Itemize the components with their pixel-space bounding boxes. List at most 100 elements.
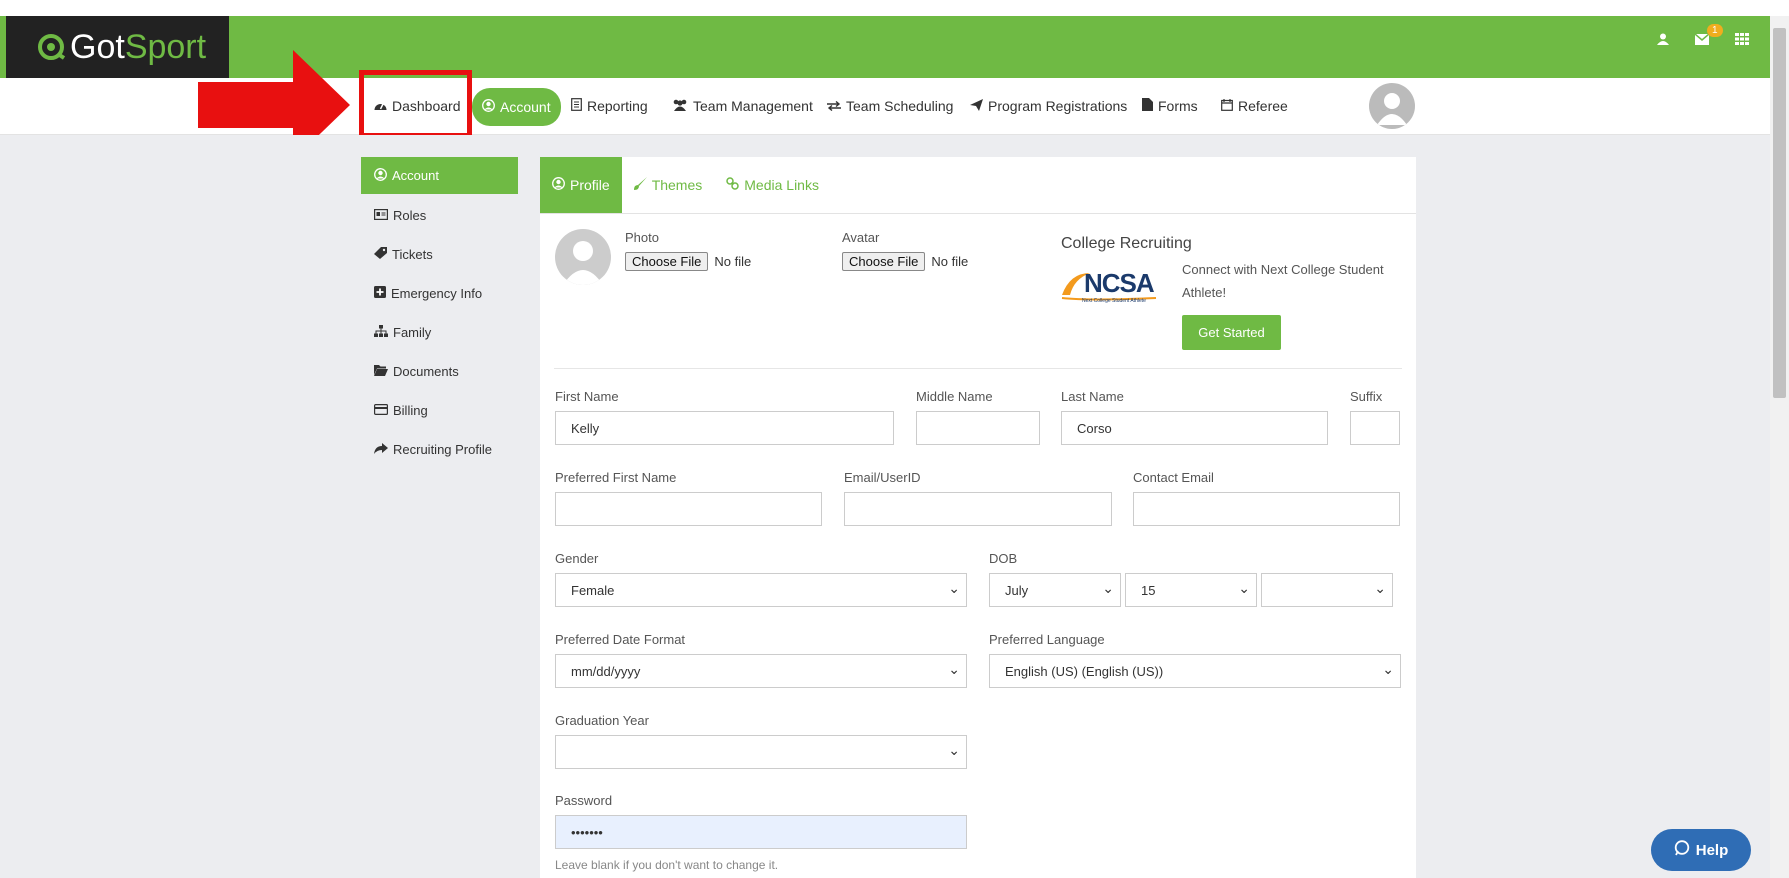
sidebar-item-tickets[interactable]: Tickets (361, 235, 518, 274)
sidebar-item-label: Billing (393, 403, 428, 418)
mail-icon[interactable]: 1 (1694, 24, 1723, 48)
photo-choose-file-button[interactable]: Choose File (625, 252, 709, 271)
nav-account[interactable]: Account (472, 88, 561, 126)
help-label: Help (1695, 841, 1729, 859)
chat-bubble-icon (1674, 840, 1690, 860)
mail-badge: 1 (1707, 24, 1723, 37)
nav-label: Program Registrations (988, 98, 1128, 114)
password-hint: Leave blank if you don't want to change … (555, 858, 779, 872)
user-circle-icon (374, 167, 387, 184)
photo-file-input[interactable]: Choose File No file (625, 252, 751, 271)
first-name-label: First Name (555, 389, 619, 404)
suffix-input[interactable] (1350, 411, 1400, 445)
user-icon[interactable] (1657, 32, 1669, 48)
preferred-first-name-input[interactable] (555, 492, 822, 526)
grid-icon[interactable] (1735, 32, 1749, 48)
sidebar-item-label: Account (392, 168, 439, 183)
header-icons: 1 (1657, 24, 1749, 48)
connect-text-line1: Connect with Next College Student (1182, 262, 1384, 277)
nav-label: Forms (1158, 98, 1198, 114)
tab-themes[interactable]: Themes (622, 157, 715, 213)
last-name-label: Last Name (1061, 389, 1124, 404)
last-name-input[interactable]: Corso (1061, 411, 1328, 445)
sitemap-icon (374, 325, 388, 340)
logo-mark-icon (38, 34, 66, 60)
get-started-button[interactable]: Get Started (1182, 315, 1281, 350)
avatar-file-input[interactable]: Choose File No file (842, 252, 968, 271)
suffix-label: Suffix (1350, 389, 1383, 404)
graduation-year-select[interactable] (555, 735, 967, 769)
dob-month-value: July (1005, 582, 1029, 598)
dob-month-select[interactable]: July (989, 573, 1121, 607)
nav-team-management[interactable]: Team Management (672, 78, 813, 134)
graduation-year-label: Graduation Year (555, 713, 649, 728)
preferred-language-label: Preferred Language (989, 632, 1105, 647)
date-format-label: Preferred Date Format (555, 632, 686, 647)
tab-profile[interactable]: Profile (540, 157, 622, 213)
id-card-icon (374, 208, 389, 223)
nav-label: Account (500, 99, 551, 115)
profile-photo-placeholder (555, 229, 611, 285)
sidebar-item-recruiting-profile[interactable]: Recruiting Profile (361, 430, 518, 469)
preferred-language-select[interactable]: English (US) (English (US)) (989, 654, 1401, 688)
sidebar-item-label: Recruiting Profile (393, 442, 492, 457)
preferred-first-name-label: Preferred First Name (555, 470, 677, 485)
scrollbar-thumb[interactable] (1773, 28, 1786, 398)
nav-reporting[interactable]: Reporting (571, 78, 648, 134)
nav-team-scheduling[interactable]: Team Scheduling (827, 78, 953, 134)
link-icon (726, 177, 740, 193)
tab-media-links[interactable]: Media Links (714, 157, 831, 213)
contact-email-input[interactable] (1133, 492, 1400, 526)
logo-text: GotSport (70, 27, 207, 66)
sidebar-item-emergency-info[interactable]: Emergency Info (361, 274, 518, 313)
nav-program-registrations[interactable]: Program Registrations (970, 78, 1127, 134)
credit-card-icon (374, 403, 389, 418)
date-format-select[interactable]: mm/dd/yyyy (555, 654, 967, 688)
dob-day-value: 15 (1141, 582, 1156, 598)
sidebar-item-family[interactable]: Family (361, 313, 518, 352)
gender-select[interactable]: Female (555, 573, 967, 607)
nav-label: Team Management (693, 98, 813, 114)
password-input[interactable]: ••••••• (555, 815, 967, 849)
email-userid-label: Email/UserID (844, 470, 921, 485)
photo-label: Photo (625, 230, 659, 245)
avatar-label: Avatar (842, 230, 880, 245)
college-recruiting-title: College Recruiting (1061, 235, 1192, 252)
nav-label: Reporting (587, 98, 648, 114)
tab-label: Media Links (744, 177, 819, 193)
date-format-value: mm/dd/yyyy (571, 663, 641, 679)
help-button[interactable]: Help (1651, 829, 1751, 871)
email-userid-input[interactable] (844, 492, 1112, 526)
user-avatar[interactable] (1369, 83, 1415, 129)
user-circle-icon (552, 177, 565, 193)
ncsa-logo-tagline: Next College Student Athlete (1082, 298, 1146, 304)
contact-email-label: Contact Email (1133, 470, 1214, 485)
avatar-choose-file-button[interactable]: Choose File (842, 252, 926, 271)
dob-year-select[interactable] (1261, 573, 1393, 607)
gotsport-logo[interactable]: GotSport (6, 16, 229, 78)
users-icon (672, 98, 688, 114)
password-label: Password (555, 793, 613, 808)
sidebar-item-account[interactable]: Account (361, 157, 518, 194)
dob-label: DOB (989, 551, 1018, 566)
exchange-icon (827, 98, 841, 114)
profile-card: Profile Themes Media Links Photo Choose … (540, 157, 1416, 878)
first-name-input[interactable]: Kelly (555, 411, 894, 445)
middle-name-input[interactable] (916, 411, 1040, 445)
nav-referee[interactable]: Referee (1221, 78, 1288, 134)
ncsa-logo: NCSA Next College Student Athlete (1060, 265, 1160, 305)
dob-day-select[interactable]: 15 (1125, 573, 1257, 607)
avatar-no-file-text: No file (931, 254, 969, 269)
brush-icon (633, 177, 647, 193)
document-icon (1142, 98, 1153, 114)
sidebar-item-billing[interactable]: Billing (361, 391, 518, 430)
user-circle-icon (482, 99, 495, 115)
nav-forms[interactable]: Forms (1142, 78, 1198, 134)
account-sidebar: Account Roles Tickets Emergency Info Fam… (361, 157, 518, 469)
sidebar-item-label: Family (393, 325, 432, 340)
tab-label: Profile (570, 177, 610, 193)
sidebar-item-roles[interactable]: Roles (361, 196, 518, 235)
sidebar-item-documents[interactable]: Documents (361, 352, 518, 391)
gender-label: Gender (555, 551, 599, 566)
plus-square-icon (374, 286, 386, 301)
